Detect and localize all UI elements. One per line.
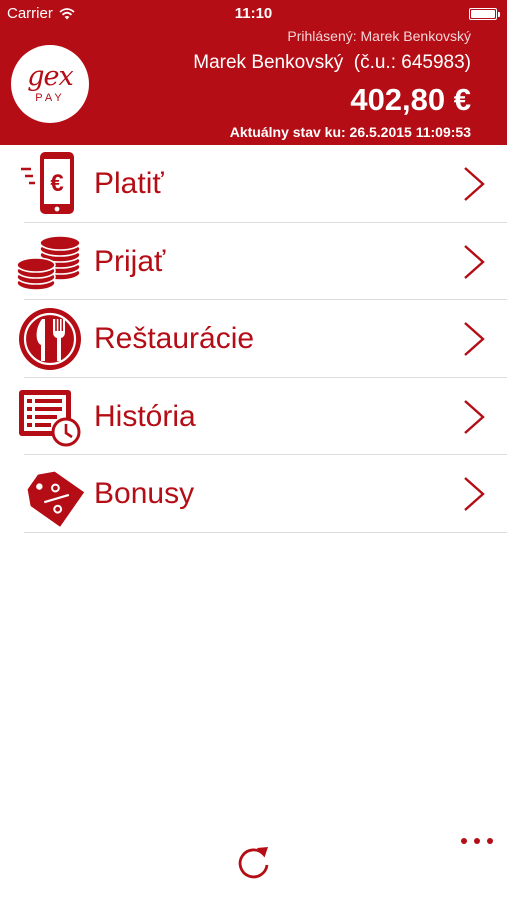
status-time: 11:10 bbox=[234, 5, 273, 22]
menu-item-history[interactable]: História bbox=[0, 378, 507, 455]
row-divider bbox=[24, 531, 507, 533]
status-bar: Carrier 11:10 bbox=[0, 0, 507, 28]
pay-phone-euro-icon: € bbox=[15, 149, 85, 219]
more-options-button[interactable] bbox=[454, 826, 500, 856]
refresh-button[interactable] bbox=[235, 842, 273, 880]
main-menu: € Platiť Prijať Reštaurácie História Bon… bbox=[0, 145, 507, 533]
menu-item-label: Reštaurácie bbox=[94, 322, 255, 355]
chevron-right-icon bbox=[463, 166, 485, 202]
logged-in-label: Prihlásený: Marek Benkovský bbox=[287, 28, 471, 44]
battery-icon bbox=[469, 8, 500, 20]
logo-subtitle: PAY bbox=[35, 92, 65, 104]
chevron-right-icon bbox=[463, 244, 485, 280]
svg-text:€: € bbox=[50, 170, 63, 197]
menu-item-restaurants[interactable]: Reštaurácie bbox=[0, 300, 507, 378]
history-icon bbox=[15, 382, 85, 452]
menu-item-label: Platiť bbox=[94, 167, 164, 200]
dot bbox=[487, 838, 493, 844]
refresh-icon bbox=[238, 847, 269, 879]
gexpay-logo: gex PAY bbox=[11, 45, 89, 123]
menu-item-label: História bbox=[94, 399, 196, 433]
account-balance: 402,80 € bbox=[350, 82, 471, 117]
logo-wordmark: gex bbox=[27, 61, 73, 92]
chevron-right-icon bbox=[463, 321, 485, 357]
bonus-tag-icon bbox=[15, 459, 85, 529]
balance-timestamp: Aktuálny stav ku: 26.5.2015 11:09:53 bbox=[229, 124, 471, 140]
chevron-right-icon bbox=[463, 399, 485, 435]
restaurant-icon bbox=[15, 304, 85, 374]
dot bbox=[461, 838, 467, 844]
menu-item-bonuses[interactable]: Bonusy bbox=[0, 455, 507, 533]
menu-item-label: Bonusy bbox=[94, 477, 195, 510]
menu-item-receive[interactable]: Prijať bbox=[0, 223, 507, 300]
account-user: Marek Benkovský (č.u.: 645983) bbox=[193, 52, 471, 73]
chevron-right-icon bbox=[463, 476, 485, 512]
coins-icon bbox=[15, 227, 85, 297]
dot bbox=[474, 838, 480, 844]
menu-item-label: Prijať bbox=[94, 244, 166, 278]
account-header: gex PAY Prihlásený: Marek Benkovský Mare… bbox=[0, 28, 507, 145]
menu-item-pay[interactable]: € Platiť bbox=[0, 145, 507, 223]
